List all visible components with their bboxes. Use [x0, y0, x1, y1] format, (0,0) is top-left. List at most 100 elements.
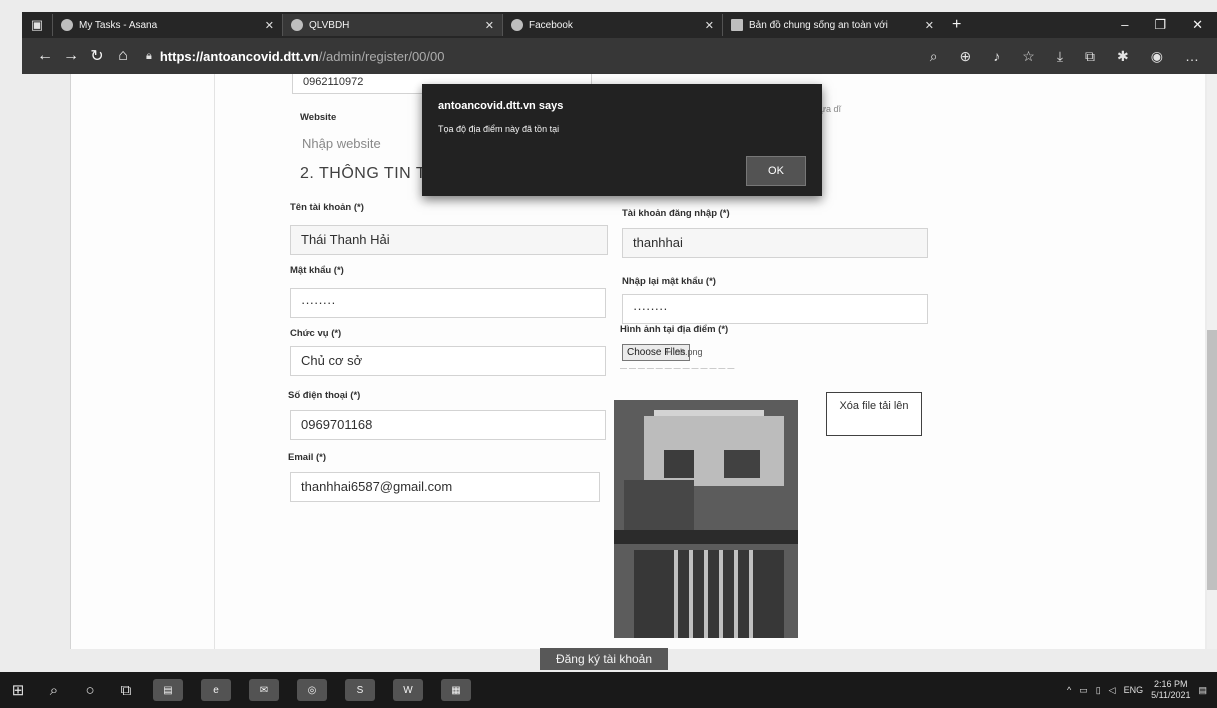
qlvbdh-icon [291, 19, 303, 31]
tab-label: My Tasks - Asana [79, 19, 158, 31]
task-view-icon[interactable]: ⧉ [108, 682, 144, 699]
account-name-input[interactable]: Thái Thanh Hải [290, 225, 608, 255]
background-hint: ựa dĩ [820, 104, 842, 114]
file-name: Hình.png [666, 347, 703, 357]
volume-icon[interactable]: ◁ [1109, 685, 1116, 696]
notifications-icon[interactable]: ▤ [1198, 685, 1207, 696]
address-bar[interactable]: 🔒︎ https://antoancovid.dtt.vn //admin/re… [146, 49, 444, 64]
forward-icon[interactable]: → [58, 47, 84, 65]
lock-icon: 🔒︎ [146, 49, 152, 62]
search-icon[interactable]: ⌕ [930, 48, 938, 65]
confirm-password-input[interactable]: ········ [622, 294, 928, 324]
close-icon[interactable]: ✕ [485, 19, 494, 32]
register-button[interactable]: Đăng ký tài khoản [540, 648, 668, 670]
phone-top-value: 0962110972 [303, 76, 364, 88]
mail-icon[interactable]: ✉ [249, 679, 279, 701]
asana-icon [61, 19, 73, 31]
skype-icon[interactable]: S [345, 679, 375, 701]
chevron-up-icon[interactable]: ^ [1067, 685, 1071, 695]
phone-input[interactable]: 0969701168 [290, 410, 606, 440]
tab-label: Facebook [529, 19, 573, 31]
tab-actions-icon[interactable]: ▣ [22, 12, 52, 38]
close-icon[interactable]: ✕ [265, 19, 274, 32]
tab-label: Bản đồ chung sống an toàn với [749, 19, 888, 31]
password-value: ········ [301, 295, 336, 310]
phone-value: 0969701168 [301, 417, 373, 432]
confirm-label: Nhập lại mật khẩu (*) [622, 276, 716, 287]
account-name-label: Tên tài khoản (*) [290, 202, 364, 213]
minimize-icon[interactable]: – [1121, 17, 1128, 33]
profile-icon[interactable]: ◉ [1151, 48, 1163, 65]
confirm-value: ········ [633, 301, 668, 316]
uploaded-photo [614, 400, 798, 638]
website-placeholder: Nhập website [302, 136, 381, 151]
home-icon[interactable]: ⌂ [110, 47, 136, 65]
close-icon[interactable]: ✕ [925, 19, 934, 32]
clock-date: 5/11/2021 [1151, 690, 1191, 700]
phone-label: Số điện thoại (*) [288, 390, 361, 401]
read-aloud-icon[interactable]: ♪ [993, 48, 1000, 65]
word-icon[interactable]: W [393, 679, 423, 701]
extensions-icon[interactable]: ✱ [1117, 48, 1129, 65]
account-name-value: Thái Thanh Hải [301, 232, 390, 247]
section-title: 2. THÔNG TIN T [300, 165, 427, 182]
dialog-ok-button[interactable]: OK [746, 156, 806, 186]
scrollbar-thumb[interactable] [1207, 330, 1217, 590]
search-icon[interactable]: ⌕ [36, 682, 72, 699]
url-path: //admin/register/00/00 [318, 48, 445, 64]
zoom-icon[interactable]: ⊕ [960, 48, 972, 65]
file-explorer-icon[interactable]: ▤ [153, 679, 183, 701]
email-input[interactable]: thanhhai6587@gmail.com [290, 472, 600, 502]
taskbar: ⊞ ⌕ ○ ⧉ ▤ e ✉ ◎ S W ▦ ^ ▭ ▯ ◁ ENG 2:16 P… [0, 672, 1217, 708]
system-tray: ^ ▭ ▯ ◁ ENG 2:16 PM 5/11/2021 ▤ [1067, 679, 1217, 701]
edge-icon[interactable]: e [201, 679, 231, 701]
dialog-message: Tọa độ địa điểm này đã tồn tại [438, 124, 560, 134]
position-input[interactable]: Chủ cơ sở [290, 346, 606, 376]
cortana-icon[interactable]: ○ [72, 682, 108, 699]
login-input[interactable]: thanhhai [622, 228, 928, 258]
back-icon[interactable]: ← [32, 47, 58, 65]
login-label: Tài khoản đăng nhập (*) [622, 208, 730, 219]
clock[interactable]: 2:16 PM 5/11/2021 [1151, 679, 1190, 701]
close-window-icon[interactable]: ✕ [1192, 17, 1203, 33]
tab-facebook[interactable]: Facebook ✕ [502, 14, 722, 36]
window-controls: – ❐ ✕ [1121, 17, 1217, 33]
login-value: thanhhai [633, 235, 683, 250]
photos-icon[interactable]: ▦ [441, 679, 471, 701]
close-icon[interactable]: ✕ [705, 19, 714, 32]
building-image [614, 400, 798, 638]
position-label: Chức vụ (*) [290, 328, 342, 339]
tab-strip: ▣ My Tasks - Asana ✕ QLVBDH ✕ Facebook ✕… [22, 12, 1217, 38]
email-value: thanhhai6587@gmail.com [301, 479, 453, 494]
email-label: Email (*) [288, 452, 327, 463]
tab-label: QLVBDH [309, 19, 350, 31]
chrome-icon[interactable]: ◎ [297, 679, 327, 701]
windows-start-icon[interactable]: ⊞ [0, 681, 36, 699]
language-indicator[interactable]: ENG [1124, 685, 1144, 695]
content-divider [214, 74, 215, 649]
tab-asana[interactable]: My Tasks - Asana ✕ [52, 14, 282, 36]
more-icon[interactable]: … [1185, 48, 1199, 65]
network-icon[interactable]: ▭ [1079, 685, 1088, 696]
restore-icon[interactable]: ❐ [1154, 17, 1166, 33]
password-input[interactable]: ········ [290, 288, 606, 318]
position-value: Chủ cơ sở [301, 353, 363, 368]
dialog-title: antoancovid.dtt.vn says [438, 100, 564, 112]
file-hint: — — — — — — — — — — — — — [620, 365, 735, 372]
remove-file-button[interactable]: Xóa file tải lên [826, 392, 922, 436]
downloads-icon[interactable]: ⤓ [1057, 48, 1063, 65]
tab-map[interactable]: Bản đồ chung sống an toàn với ✕ [722, 14, 942, 36]
facebook-icon [511, 19, 523, 31]
new-tab-icon[interactable]: + [942, 16, 971, 34]
collections-icon[interactable]: ⧉ [1085, 48, 1095, 65]
password-label: Mật khẩu (*) [290, 265, 344, 276]
favorites-icon[interactable]: ☆ [1022, 48, 1035, 65]
battery-icon[interactable]: ▯ [1096, 685, 1101, 696]
tab-qlvbdh[interactable]: QLVBDH ✕ [282, 14, 502, 36]
nav-bar: ← → ↻ ⌂ 🔒︎ https://antoancovid.dtt.vn //… [22, 38, 1217, 74]
clock-time: 2:16 PM [1154, 679, 1188, 689]
page-icon [731, 19, 743, 31]
url-host: https://antoancovid.dtt.vn [159, 48, 319, 64]
refresh-icon[interactable]: ↻ [84, 46, 110, 66]
image-label: Hình ảnh tại địa điểm (*) [620, 324, 729, 335]
